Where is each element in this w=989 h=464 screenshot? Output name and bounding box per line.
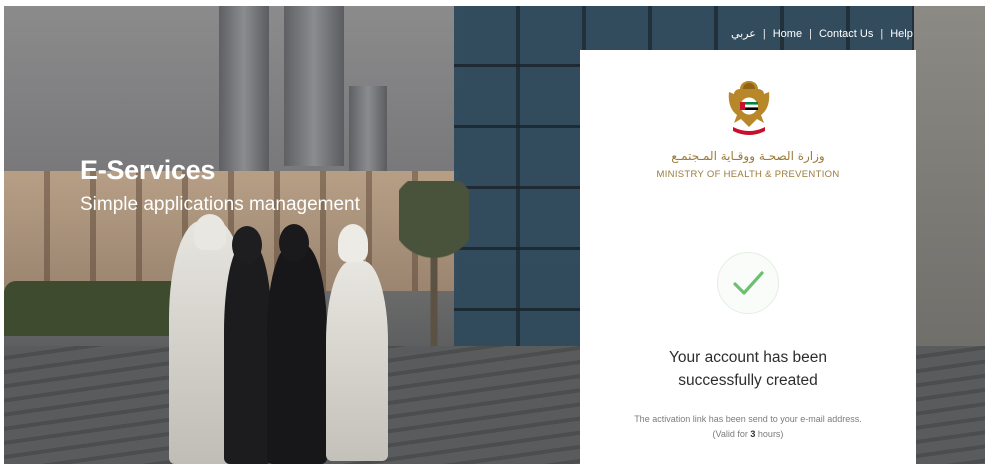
hero-text: E-Services Simple applications managemen… xyxy=(80,155,360,216)
contact-us-link[interactable]: Contact Us xyxy=(819,28,873,40)
nav-separator: | xyxy=(880,27,884,40)
arabic-language-link[interactable]: عربي xyxy=(731,27,756,40)
hero-subtitle: Simple applications management xyxy=(80,194,360,215)
help-link[interactable]: Help xyxy=(890,28,913,40)
activation-note-line1: The activation link has been send to you… xyxy=(634,414,862,424)
nav-separator: | xyxy=(762,27,766,40)
confirmation-card: وزارة الصحـة ووقـاية المـجتمـع MINISTRY … xyxy=(580,50,916,464)
ministry-arabic-name: وزارة الصحـة ووقـاية المـجتمـع xyxy=(671,149,825,163)
success-check xyxy=(717,252,779,314)
top-nav: عربي | Home | Contact Us | Help xyxy=(731,27,913,41)
success-message-line2: successfully created xyxy=(678,372,818,389)
nav-separator: | xyxy=(809,27,812,40)
success-message: Your account has been successfully creat… xyxy=(580,346,916,392)
activation-note-line2: (Valid for 3 hours) xyxy=(712,429,784,439)
activation-note: The activation link has been send to you… xyxy=(580,412,916,442)
success-message-line1: Your account has been xyxy=(669,349,827,366)
ministry-english-name: MINISTRY OF HEALTH & PREVENTION xyxy=(656,169,840,180)
home-link[interactable]: Home xyxy=(773,28,802,40)
uae-emblem-icon xyxy=(728,81,770,135)
check-icon xyxy=(733,271,764,295)
hero-title: E-Services xyxy=(80,155,216,185)
